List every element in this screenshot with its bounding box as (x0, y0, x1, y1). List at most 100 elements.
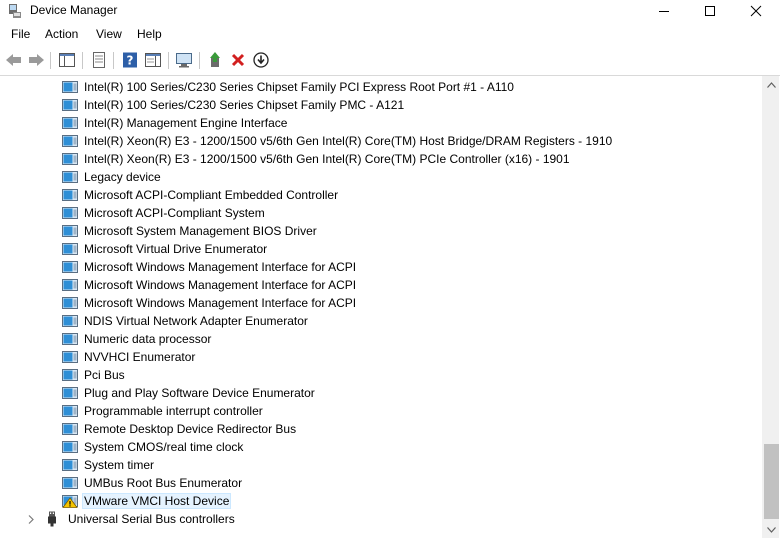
device-name: Pci Bus (84, 368, 125, 382)
device-name: NVVHCI Enumerator (84, 350, 196, 364)
device-tree-item[interactable]: Microsoft Windows Management Interface f… (62, 294, 358, 312)
device-name: Intel(R) 100 Series/C230 Series Chipset … (84, 98, 405, 112)
scroll-up-icon (767, 81, 776, 88)
help-icon: ? (123, 52, 137, 68)
device-tree-item[interactable]: Programmable interrupt controller (62, 402, 265, 420)
device-tree-item[interactable]: Legacy device (62, 168, 163, 186)
toolbar-separator (113, 52, 114, 69)
system-device-icon (62, 369, 78, 381)
uninstall-icon (231, 53, 245, 67)
device-tree-item[interactable]: Microsoft Virtual Drive Enumerator (62, 240, 269, 258)
action-pane-button[interactable] (142, 49, 164, 71)
device-tree-item[interactable]: VMware VMCI Host Device (62, 492, 232, 510)
device-tree-item[interactable]: Numeric data processor (62, 330, 213, 348)
system-device-icon (62, 207, 78, 219)
expand-chevron-icon[interactable] (26, 514, 36, 524)
toolbar: ? (0, 47, 780, 73)
device-tree-item[interactable]: Intel(R) Xeon(R) E3 - 1200/1500 v5/6th G… (62, 132, 614, 150)
menu-help[interactable]: Help (135, 27, 164, 41)
device-tree-item[interactable]: Microsoft ACPI-Compliant System (62, 204, 267, 222)
menu-file[interactable]: File (9, 27, 32, 41)
device-tree-item[interactable]: NVVHCI Enumerator (62, 348, 197, 366)
device-name: System timer (84, 458, 155, 472)
device-tree-item[interactable]: Plug and Play Software Device Enumerator (62, 384, 317, 402)
maximize-icon (705, 6, 715, 16)
uninstall-device-button[interactable] (227, 49, 249, 71)
properties-icon (93, 52, 105, 68)
device-name: Intel(R) 100 Series/C230 Series Chipset … (84, 80, 514, 94)
back-icon (6, 54, 21, 66)
system-device-icon (62, 99, 78, 111)
device-tree-item[interactable]: Pci Bus (62, 366, 127, 384)
update-driver-icon (210, 52, 220, 67)
device-name: Microsoft Windows Management Interface f… (84, 278, 357, 292)
forward-icon (29, 54, 44, 66)
device-tree-item[interactable]: NDIS Virtual Network Adapter Enumerator (62, 312, 310, 330)
help-button[interactable]: ? (119, 49, 141, 71)
device-name: Remote Desktop Device Redirector Bus (84, 422, 297, 436)
forward-button[interactable] (25, 49, 47, 71)
device-tree-item[interactable]: Microsoft ACPI-Compliant Embedded Contro… (62, 186, 340, 204)
scroll-down-button[interactable] (763, 521, 780, 538)
system-device-icon (62, 351, 78, 363)
device-name: Microsoft Virtual Drive Enumerator (84, 242, 268, 256)
device-tree-item[interactable]: System timer (62, 456, 156, 474)
close-button[interactable] (733, 0, 779, 22)
menu-view[interactable]: View (94, 27, 124, 41)
toolbar-separator (50, 52, 51, 69)
system-device-icon (62, 189, 78, 201)
toolbar-separator (168, 52, 169, 69)
category-label: Universal Serial Bus controllers (68, 512, 235, 526)
device-name: VMware VMCI Host Device (82, 493, 232, 509)
device-name: NDIS Virtual Network Adapter Enumerator (84, 314, 308, 328)
system-device-icon (62, 333, 78, 345)
device-name: Intel(R) Management Engine Interface (84, 116, 288, 130)
show-hide-console-tree-icon (59, 53, 75, 67)
scroll-up-button[interactable] (763, 76, 780, 93)
device-name: Microsoft Windows Management Interface f… (84, 260, 357, 274)
device-name: UMBus Root Bus Enumerator (84, 476, 243, 490)
device-tree-item[interactable]: Intel(R) 100 Series/C230 Series Chipset … (62, 78, 516, 96)
action-pane-icon (145, 53, 161, 67)
disable-device-button[interactable] (250, 49, 272, 71)
scan-hardware-icon (176, 53, 192, 68)
system-device-icon (62, 81, 78, 93)
warning-device-icon (62, 495, 78, 508)
device-tree-item[interactable]: Remote Desktop Device Redirector Bus (62, 420, 298, 438)
toolbar-separator (199, 52, 200, 69)
device-category-usb[interactable]: Universal Serial Bus controllers (26, 510, 237, 528)
device-tree-item[interactable]: Microsoft Windows Management Interface f… (62, 276, 358, 294)
show-hide-console-tree-button[interactable] (56, 49, 78, 71)
device-tree-item[interactable]: UMBus Root Bus Enumerator (62, 474, 244, 492)
device-name: Microsoft ACPI-Compliant Embedded Contro… (84, 188, 339, 202)
vertical-scrollbar[interactable] (762, 76, 779, 538)
system-device-icon (62, 225, 78, 237)
device-name: Intel(R) Xeon(R) E3 - 1200/1500 v5/6th G… (84, 134, 613, 148)
update-driver-button[interactable] (204, 49, 226, 71)
device-tree-item[interactable]: Intel(R) 100 Series/C230 Series Chipset … (62, 96, 406, 114)
maximize-button[interactable] (687, 0, 733, 22)
device-tree-item[interactable]: Intel(R) Management Engine Interface (62, 114, 289, 132)
properties-button[interactable] (88, 49, 110, 71)
scan-hardware-button[interactable] (173, 49, 195, 71)
menu-action[interactable]: Action (43, 27, 80, 41)
usb-connector-icon (48, 511, 56, 527)
device-tree-item[interactable]: System CMOS/real time clock (62, 438, 245, 456)
title-bar: Device Manager (0, 0, 780, 22)
system-device-icon (62, 315, 78, 327)
minimize-icon (659, 11, 669, 12)
system-device-icon (62, 279, 78, 291)
system-device-icon (62, 297, 78, 309)
scroll-thumb[interactable] (764, 444, 779, 519)
back-button[interactable] (3, 49, 25, 71)
close-icon (750, 5, 762, 17)
system-device-icon (62, 135, 78, 147)
system-device-icon (62, 261, 78, 273)
device-tree-item[interactable]: Microsoft Windows Management Interface f… (62, 258, 358, 276)
device-name: Programmable interrupt controller (84, 404, 263, 418)
device-tree-item[interactable]: Intel(R) Xeon(R) E3 - 1200/1500 v5/6th G… (62, 150, 572, 168)
menu-bar: File Action View Help (0, 25, 780, 45)
minimize-button[interactable] (641, 0, 687, 22)
window-title: Device Manager (30, 3, 118, 17)
device-tree-item[interactable]: Microsoft System Management BIOS Driver (62, 222, 319, 240)
